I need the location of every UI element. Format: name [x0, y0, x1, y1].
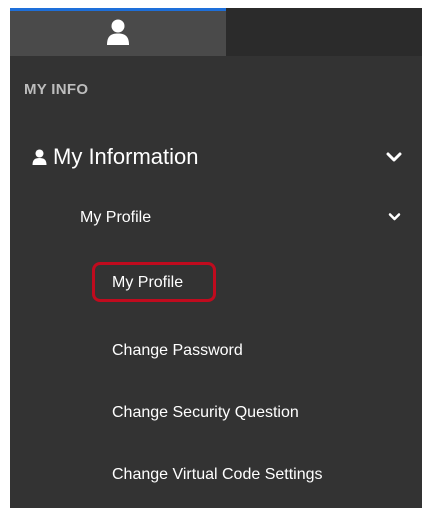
nav-item-label: My Profile — [112, 274, 184, 291]
nav-group-my-information[interactable]: My Information — [10, 136, 422, 180]
nav-item-change-password[interactable]: Change Password — [10, 337, 422, 367]
nav-subgroup-my-profile[interactable]: My Profile — [10, 204, 422, 234]
person-icon — [32, 149, 47, 165]
nav-item-change-security-question[interactable]: Change Security Question — [10, 399, 422, 429]
chevron-down-icon — [388, 213, 401, 221]
nav-item-my-profile[interactable]: My Profile — [10, 269, 422, 299]
tab-bar — [10, 8, 422, 56]
sidebar-panel: MY INFO My Information My Profile My Pro… — [10, 8, 422, 508]
nav-item-label: Change Password — [112, 342, 243, 359]
user-icon — [107, 19, 129, 45]
nav-item-change-virtual-code-settings[interactable]: Change Virtual Code Settings — [10, 461, 422, 491]
nav-item-label: Change Security Question — [112, 404, 299, 421]
chevron-down-icon — [386, 152, 402, 162]
nav-subgroup-label: My Profile — [80, 209, 152, 226]
nav-item-label: Change Virtual Code Settings — [112, 466, 323, 483]
nav-group-label: My Information — [53, 144, 199, 169]
tab-secondary[interactable] — [226, 8, 422, 56]
section-header: MY INFO — [24, 81, 89, 98]
tab-my-info[interactable] — [10, 8, 226, 56]
